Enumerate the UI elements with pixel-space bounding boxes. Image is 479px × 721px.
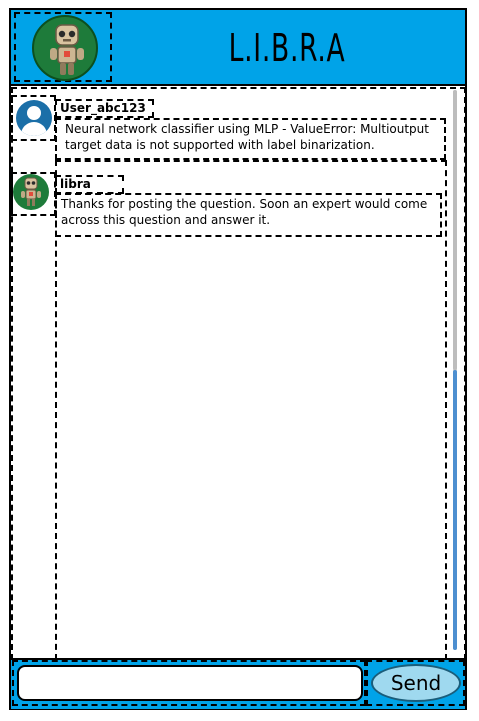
message-sender: libra xyxy=(55,175,124,194)
robot-icon xyxy=(32,15,98,81)
message-sender: User_abc123 xyxy=(55,99,154,118)
message-input[interactable] xyxy=(17,665,363,701)
scrollbar-lower xyxy=(453,370,457,650)
footer-divider xyxy=(11,658,466,660)
message-text: Thanks for posting the question. Soon an… xyxy=(55,193,442,237)
chat-scrollbar[interactable] xyxy=(450,90,460,650)
robot-icon xyxy=(13,174,49,210)
message-text: Neural network classifier using MLP - Va… xyxy=(55,118,446,160)
scrollbar-thumb[interactable] xyxy=(453,90,457,370)
app-title: L.I.B.R.A xyxy=(228,26,346,70)
send-button[interactable]: Send xyxy=(371,664,461,702)
chat-area[interactable] xyxy=(11,86,465,656)
user-icon xyxy=(16,100,52,136)
